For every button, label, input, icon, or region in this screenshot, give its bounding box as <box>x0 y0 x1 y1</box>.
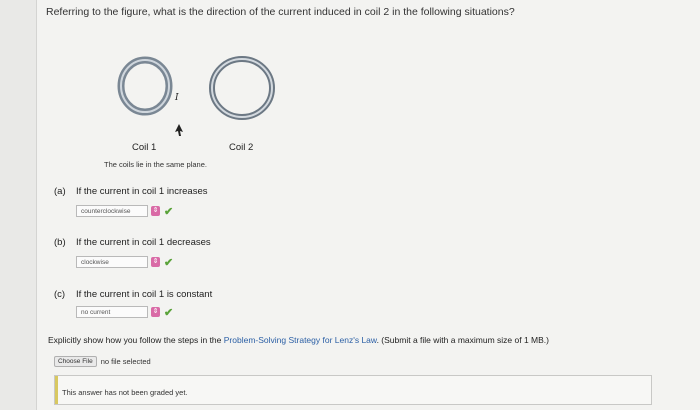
coils-figure: I Coil 1 Coil 2 The coils lie in the sam… <box>100 48 300 178</box>
instruction-text: Explicitly show how you follow the steps… <box>48 335 549 345</box>
coil-1-label: Coil 1 <box>132 142 157 153</box>
part-b-select[interactable]: clockwise <box>76 256 148 268</box>
instruction-before: Explicitly show how you follow the steps… <box>48 335 224 345</box>
part-c-letter: (c) <box>54 289 66 300</box>
lenz-law-strategy-link[interactable]: Problem-Solving Strategy for Lenz's Law <box>224 335 377 345</box>
grade-status-bar <box>55 376 58 404</box>
select-arrows-icon[interactable]: ⇕ <box>151 307 160 317</box>
part-c-answer-row: no current ⇕ ✔ <box>76 305 173 319</box>
part-a-select[interactable]: counterclockwise <box>76 205 148 217</box>
checkmark-icon: ✔ <box>164 205 174 218</box>
figure-caption: The coils lie in the same plane. <box>104 160 207 169</box>
part-a-prompt: If the current in coil 1 increases <box>76 186 208 197</box>
part-a-letter: (a) <box>54 186 66 197</box>
file-status: no file selected <box>100 357 151 366</box>
part-a: (a) If the current in coil 1 increases <box>54 186 207 197</box>
cursor-arrow <box>175 124 183 136</box>
question-text: Referring to the figure, what is the dir… <box>46 6 515 18</box>
coils-diagram: I <box>117 56 275 136</box>
grade-box: This answer has not been graded yet. <box>54 375 652 405</box>
part-b: (b) If the current in coil 1 decreases <box>54 237 211 248</box>
part-b-answer-row: clockwise ⇕ ✔ <box>76 255 173 269</box>
part-b-letter: (b) <box>54 237 66 248</box>
select-arrows-icon[interactable]: ⇕ <box>151 206 160 216</box>
part-a-answer-row: counterclockwise ⇕ ✔ <box>76 204 173 218</box>
part-c: (c) If the current in coil 1 is constant <box>54 289 212 300</box>
part-b-prompt: If the current in coil 1 decreases <box>76 237 211 248</box>
select-arrows-icon[interactable]: ⇕ <box>151 257 160 267</box>
file-upload-row: Choose File no file selected <box>54 356 151 367</box>
coil-2-label: Coil 2 <box>229 142 254 153</box>
checkmark-icon: ✔ <box>164 256 174 269</box>
instruction-after: . (Submit a file with a maximum size of … <box>376 335 549 345</box>
part-c-prompt: If the current in coil 1 is constant <box>76 289 213 300</box>
part-c-select[interactable]: no current <box>76 306 148 318</box>
coil-1-highlight <box>120 59 170 113</box>
coil-2-highlight <box>211 58 273 118</box>
checkmark-icon: ✔ <box>164 306 174 319</box>
choose-file-button[interactable]: Choose File <box>54 356 97 367</box>
grade-status-text: This answer has not been graded yet. <box>62 388 188 397</box>
current-label: I <box>174 93 179 103</box>
